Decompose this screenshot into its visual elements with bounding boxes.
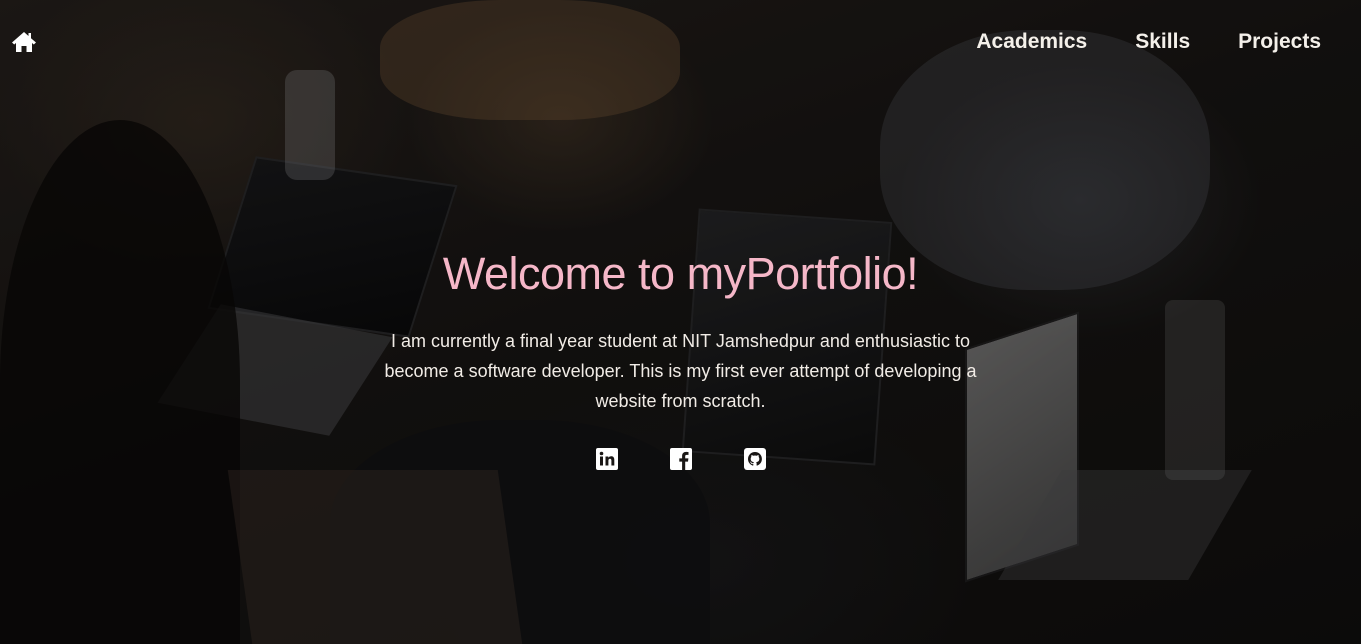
nav-academics[interactable]: Academics — [976, 30, 1087, 54]
facebook-icon — [669, 448, 692, 470]
linkedin-link[interactable] — [595, 448, 618, 470]
linkedin-icon — [595, 448, 618, 470]
home-icon — [12, 32, 36, 52]
github-icon — [743, 448, 766, 470]
home-link[interactable] — [11, 30, 37, 54]
hero-title: Welcome to myPortfolio! — [442, 248, 919, 299]
hero-content: Welcome to myPortfolio! I am currently a… — [0, 248, 1361, 470]
github-link[interactable] — [743, 448, 766, 470]
hero-description: I am currently a final year student at N… — [384, 331, 977, 411]
main-nav: Academics Skills Projects — [976, 30, 1321, 54]
social-links — [0, 448, 1361, 470]
facebook-link[interactable] — [669, 448, 692, 470]
nav-projects[interactable]: Projects — [1238, 30, 1321, 54]
nav-skills[interactable]: Skills — [1135, 30, 1190, 54]
hero-section: Academics Skills Projects Welcome to myP… — [0, 0, 1361, 644]
